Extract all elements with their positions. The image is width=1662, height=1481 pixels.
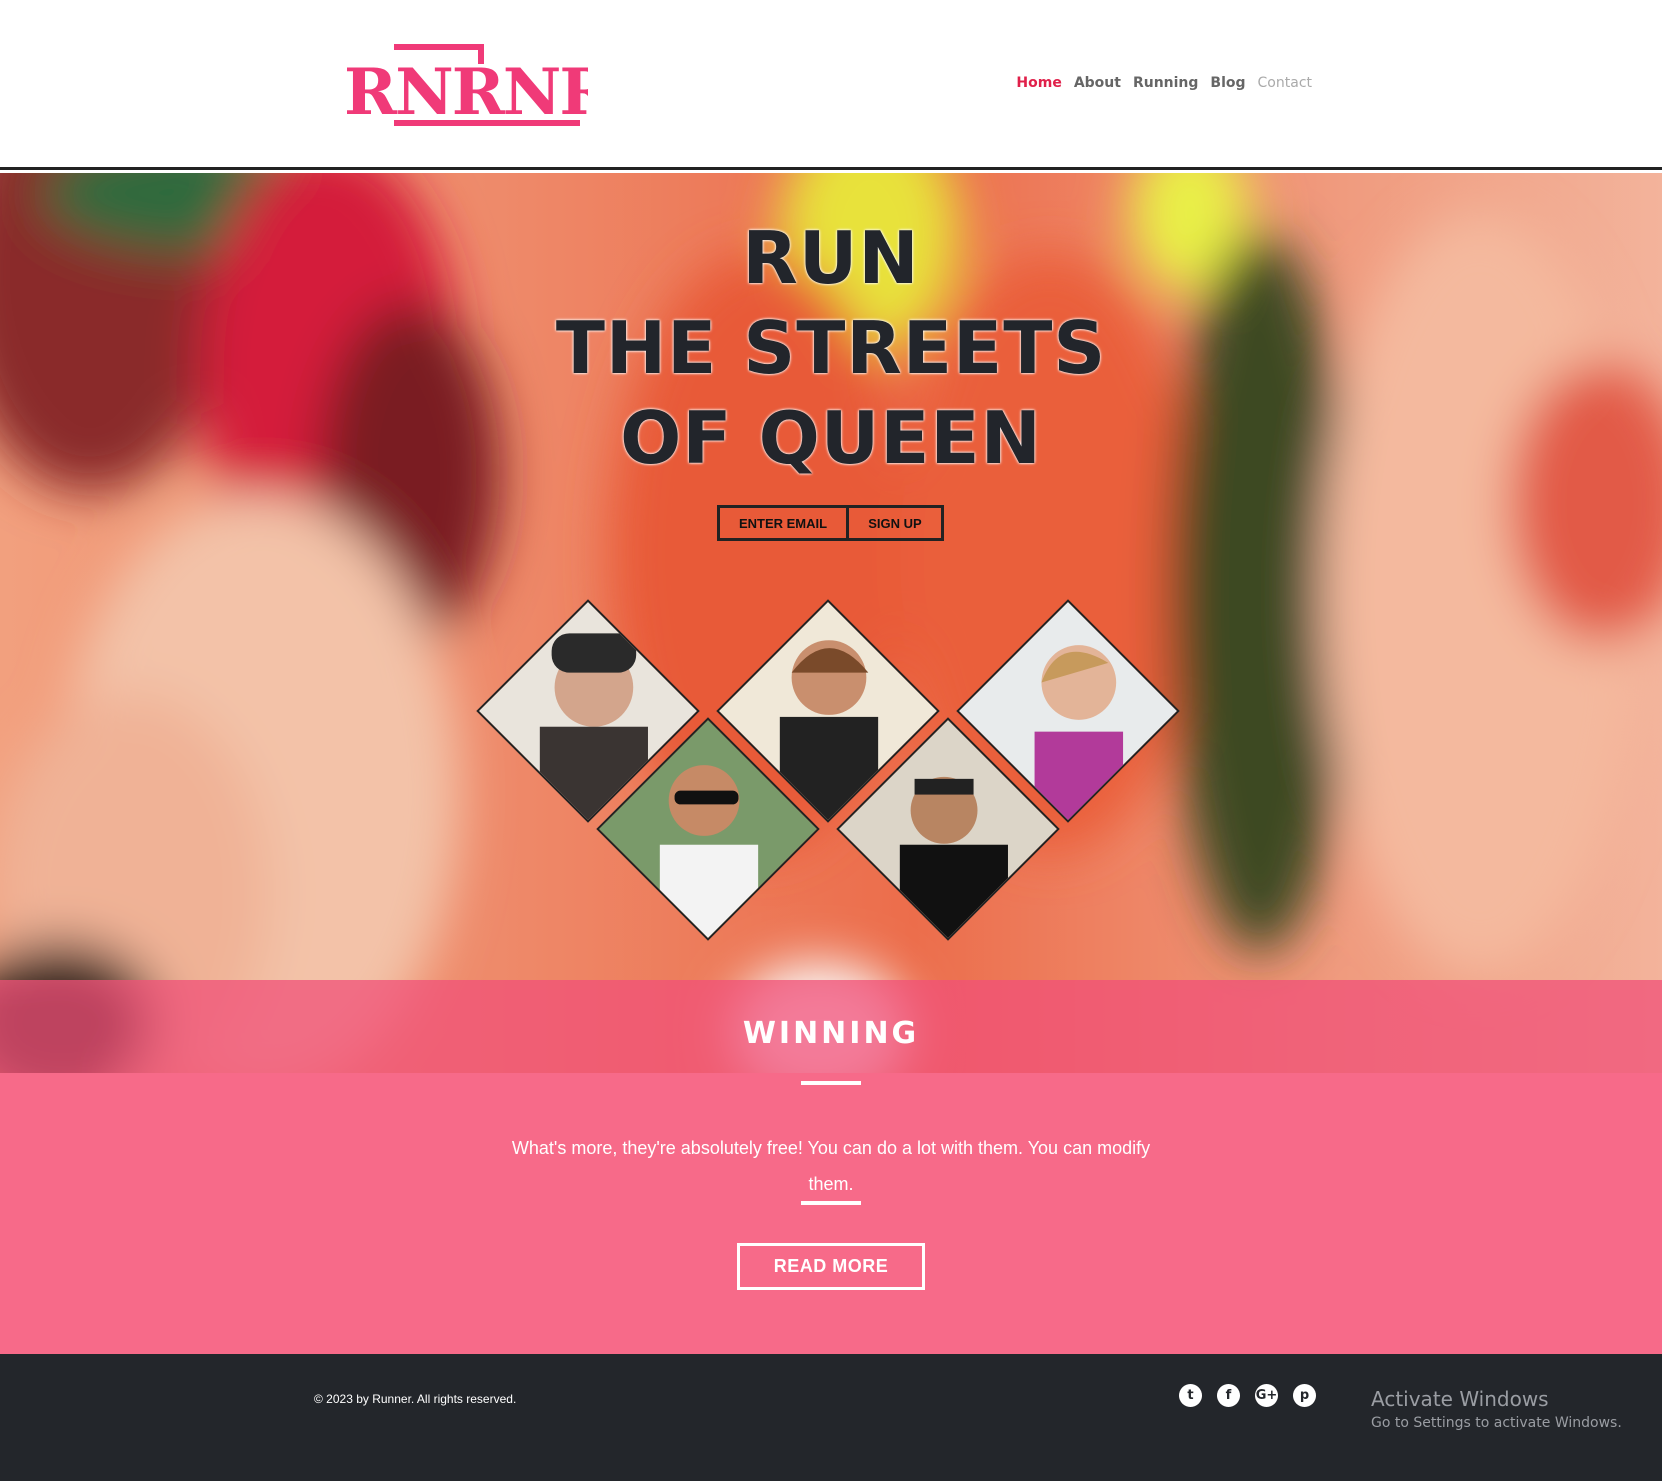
facebook-icon[interactable]: f bbox=[1217, 1384, 1240, 1407]
hero-title: RUN THE STREETS OF QUEEN bbox=[0, 213, 1662, 483]
rnrnr-logo[interactable]: RNRNR bbox=[344, 44, 588, 128]
twitter-icon[interactable]: t bbox=[1179, 1384, 1202, 1407]
nav-contact[interactable]: Contact bbox=[1258, 75, 1312, 91]
pinterest-icon[interactable]: p bbox=[1293, 1384, 1316, 1407]
winning-title: WINNING bbox=[742, 1016, 920, 1051]
winning-section bbox=[0, 1073, 1662, 1354]
nav-running[interactable]: Running bbox=[1133, 75, 1198, 91]
hero-title-line-2: THE STREETS bbox=[555, 306, 1107, 390]
signup-button[interactable]: SIGN UP bbox=[849, 508, 941, 538]
main-nav: Home About Running Blog Contact bbox=[1016, 75, 1312, 91]
social-links: t f G+ p bbox=[1179, 1384, 1316, 1407]
divider bbox=[801, 1201, 861, 1205]
divider bbox=[801, 1081, 861, 1085]
hero-title-line-1: RUN bbox=[742, 216, 920, 300]
svg-text:RNRNR: RNRNR bbox=[344, 55, 588, 128]
signup-form: ENTER EMAIL SIGN UP bbox=[717, 505, 944, 541]
site-footer: © 2023 by Runner. All rights reserved. t… bbox=[0, 1354, 1662, 1481]
google-plus-icon[interactable]: G+ bbox=[1255, 1384, 1278, 1407]
nav-about[interactable]: About bbox=[1074, 75, 1121, 91]
winning-paragraph: What's more, they're absolutely free! Yo… bbox=[511, 1138, 1151, 1194]
activate-windows-watermark: Activate Windows Go to Settings to activ… bbox=[1371, 1387, 1622, 1431]
activate-windows-subtitle: Go to Settings to activate Windows. bbox=[1371, 1415, 1622, 1431]
read-more-button[interactable]: READ MORE bbox=[737, 1243, 925, 1290]
hero-title-line-3: OF QUEEN bbox=[620, 396, 1042, 480]
site-header: RNRNR Home About Running Blog Contact bbox=[0, 0, 1662, 170]
activate-windows-title: Activate Windows bbox=[1371, 1387, 1549, 1411]
nav-blog[interactable]: Blog bbox=[1210, 75, 1245, 91]
hero-section: RUN THE STREETS OF QUEEN ENTER EMAIL SIG… bbox=[0, 173, 1662, 1073]
nav-home[interactable]: Home bbox=[1016, 75, 1061, 91]
email-input[interactable]: ENTER EMAIL bbox=[720, 508, 849, 538]
runner-photo-grid bbox=[476, 599, 1186, 945]
copyright-text: © 2023 by Runner. All rights reserved. bbox=[314, 1392, 517, 1406]
